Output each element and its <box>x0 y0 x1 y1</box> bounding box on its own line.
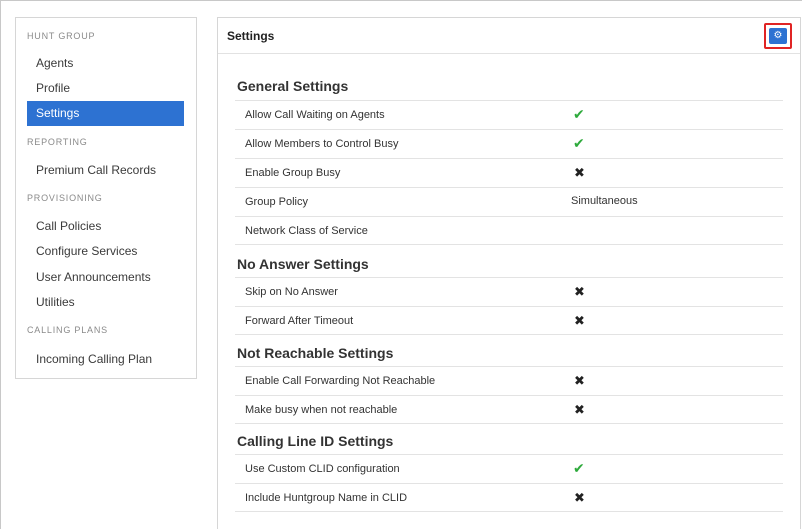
sidebar-item-utilities[interactable]: Utilities <box>27 290 184 315</box>
settings-row: Forward After Timeout ✖ <box>235 306 783 335</box>
settings-row: Enable Group Busy ✖ <box>235 158 783 187</box>
row-label: Allow Call Waiting on Agents <box>245 109 385 121</box>
sidebar-item-configure-services[interactable]: Configure Services <box>27 239 184 264</box>
row-label: Make busy when not reachable <box>245 404 398 416</box>
settings-row: Use Custom CLID configuration ✔ <box>235 454 783 483</box>
settings-row: Skip on No Answer ✖ <box>235 277 783 306</box>
row-label: Enable Group Busy <box>245 167 341 179</box>
sidebar-item-profile[interactable]: Profile <box>27 76 184 101</box>
group-title-no-answer: No Answer Settings <box>237 256 369 272</box>
page-title: Settings <box>227 29 275 43</box>
row-label: Skip on No Answer <box>245 286 338 298</box>
settings-panel: Settings ⚙ General Settings Allow Call W… <box>217 17 801 529</box>
row-value: Simultaneous <box>571 195 638 207</box>
row-label: Forward After Timeout <box>245 315 354 327</box>
settings-row: Allow Call Waiting on Agents ✔ <box>235 100 783 129</box>
group-title-calling-line-id: Calling Line ID Settings <box>237 433 394 449</box>
check-icon: ✔ <box>573 106 585 122</box>
row-label: Use Custom CLID configuration <box>245 463 400 475</box>
sidebar-section-hunt-group: HUNT GROUP <box>27 31 96 41</box>
settings-row: Enable Call Forwarding Not Reachable ✖ <box>235 366 783 395</box>
settings-row: Include Huntgroup Name in CLID ✖ <box>235 483 783 512</box>
cross-icon: ✖ <box>574 284 585 299</box>
cross-icon: ✖ <box>574 165 585 180</box>
sidebar-item-agents[interactable]: Agents <box>27 51 184 76</box>
group-title-general: General Settings <box>237 78 349 94</box>
row-label: Allow Members to Control Busy <box>245 138 399 150</box>
settings-row: Make busy when not reachable ✖ <box>235 395 783 424</box>
sidebar-section-calling-plans: CALLING PLANS <box>27 325 108 335</box>
sidebar-item-premium-call-records[interactable]: Premium Call Records <box>27 158 184 183</box>
row-label: Include Huntgroup Name in CLID <box>245 492 408 504</box>
gear-button-highlight: ⚙ <box>764 23 792 49</box>
panel-header: Settings ⚙ <box>218 18 800 54</box>
sidebar-section-provisioning: PROVISIONING <box>27 193 103 203</box>
sidebar-item-incoming-calling-plan[interactable]: Incoming Calling Plan <box>27 347 184 372</box>
settings-row: Network Class of Service <box>235 216 783 245</box>
sidebar-nav: HUNT GROUP Agents Profile Settings REPOR… <box>15 17 197 379</box>
row-label: Enable Call Forwarding Not Reachable <box>245 375 436 387</box>
sidebar-section-reporting: REPORTING <box>27 137 88 147</box>
settings-row: Allow Members to Control Busy ✔ <box>235 129 783 158</box>
check-icon: ✔ <box>573 135 585 151</box>
cross-icon: ✖ <box>574 402 585 417</box>
row-label: Group Policy <box>245 196 308 208</box>
check-icon: ✔ <box>573 460 585 476</box>
sidebar-item-user-announcements[interactable]: User Announcements <box>27 265 184 290</box>
row-label: Network Class of Service <box>245 225 368 237</box>
cross-icon: ✖ <box>574 490 585 505</box>
settings-gear-button[interactable]: ⚙ <box>769 28 787 44</box>
cross-icon: ✖ <box>574 373 585 388</box>
settings-row: Group Policy Simultaneous <box>235 187 783 216</box>
group-title-not-reachable: Not Reachable Settings <box>237 345 394 361</box>
window-edge <box>0 0 4 529</box>
gear-icon: ⚙ <box>773 30 783 41</box>
cross-icon: ✖ <box>574 313 585 328</box>
sidebar-item-settings[interactable]: Settings <box>27 101 184 126</box>
sidebar-item-call-policies[interactable]: Call Policies <box>27 214 184 239</box>
